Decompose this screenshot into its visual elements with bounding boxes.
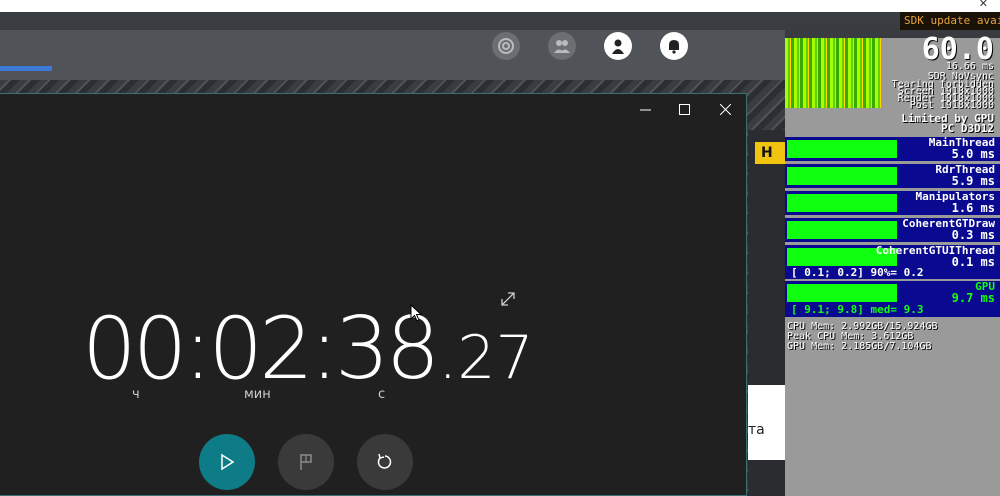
gpu-bar [787,284,897,302]
close-icon [719,103,731,115]
game-side-card: та [748,385,788,460]
thread-bar [787,221,897,239]
stopwatch-window: 00:02:38.27 ч мин с [0,93,747,496]
play-icon [221,453,235,471]
reset-icon [377,453,392,469]
thread-row: CoherentGTDraw 0.3 ms [785,217,1000,242]
thread-row: CoherentGTUIThread 0.1 ms [ 0.1; 0.2] 90… [785,244,1000,279]
profile-icon[interactable] [604,32,632,60]
game-side-card-text: та [748,422,765,438]
thread-bar [787,167,897,185]
gpu-range: [ 9.1; 9.8] med= 9.3 [791,303,924,316]
sdk-update-banner[interactable]: SDK update avai [900,12,1000,30]
game-yellow-label: H [755,142,787,164]
reset-button[interactable] [357,434,413,490]
maximize-icon [678,103,690,115]
thread-bar [787,194,897,212]
radar-icon[interactable] [492,32,520,60]
browser-close-button[interactable]: ✕ [979,0,988,10]
thread-range: [ 0.1; 0.2] 90%= 0.2 [791,266,924,279]
thread-row: RdrThread 5.9 ms [785,163,1000,188]
thread-value: 1.6 ms [951,201,995,215]
performance-stats-overlay: 60.0 16.66 ms SDR NoVsync Tearing forbid… [785,32,1000,496]
gpu-row: GPU 9.7 ms [ 9.1; 9.8] med= 9.3 [785,280,1000,317]
close-button[interactable] [710,99,740,119]
lap-button[interactable] [278,434,334,490]
start-button[interactable] [199,434,255,490]
gpu-value: 9.7 ms [951,291,995,305]
thread-value: 0.1 ms [951,255,995,269]
stopwatch-time: 00:02:38.27 [82,299,534,409]
thread-value: 0.3 ms [951,228,995,242]
unit-hours: ч [132,387,140,402]
gpu-mem: GPU Mem: 2.185GB/7.104GB [787,341,932,352]
minimize-button[interactable] [630,99,660,119]
friends-icon[interactable] [548,32,576,60]
flag-icon [300,454,312,470]
thread-value: 5.0 ms [951,147,995,161]
time-main: 00:02:38 [82,299,440,399]
game-progress-bar [0,66,52,71]
stat-post: Post 1918x1000 [909,100,994,111]
time-fraction: .27 [438,323,534,393]
stat-platform: PC D3D12 [941,122,994,135]
notifications-icon[interactable] [660,32,688,60]
thread-row: MainThread 5.0 ms [785,136,1000,161]
thread-row: Manipulators 1.6 ms [785,190,1000,215]
thread-bar [787,140,897,158]
minimize-icon [639,109,651,110]
maximize-button[interactable] [669,99,699,119]
mouse-cursor-icon [410,303,423,326]
frame-time-graph [785,38,881,108]
unit-minutes: мин [244,387,271,402]
unit-seconds: с [378,387,386,402]
thread-value: 5.9 ms [951,174,995,188]
